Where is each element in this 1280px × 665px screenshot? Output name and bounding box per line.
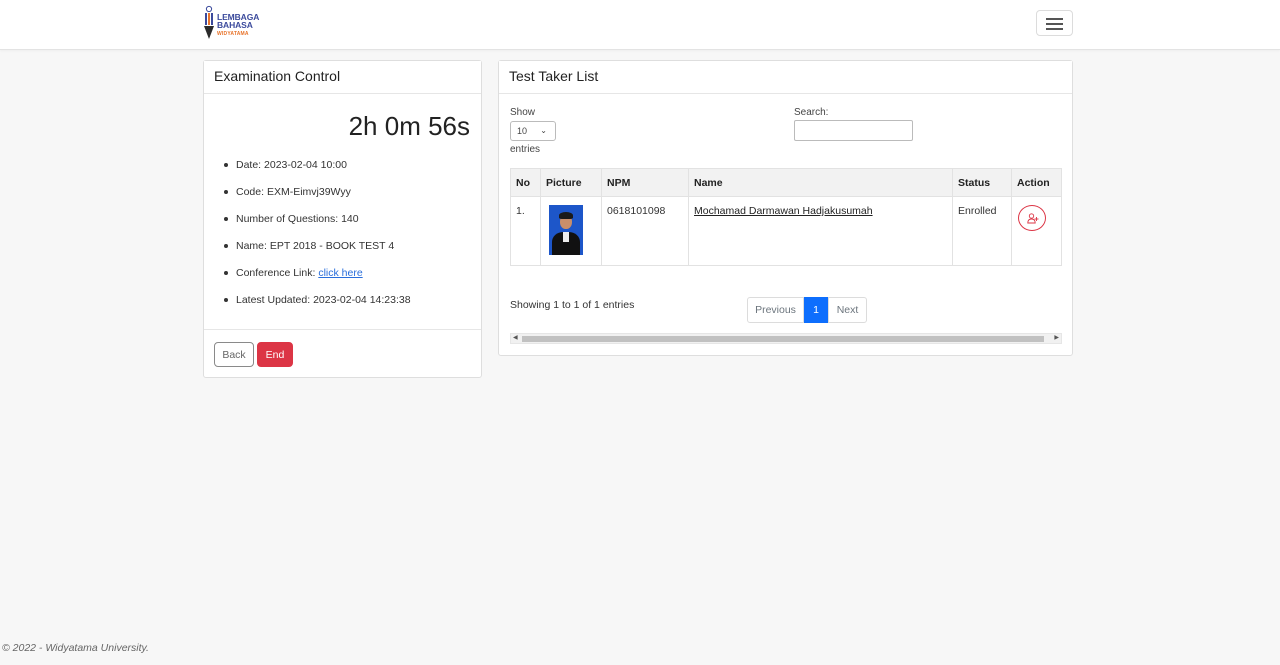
scroll-left-icon[interactable]: ◀	[513, 334, 518, 341]
horizontal-scrollbar[interactable]: ◀ ▶	[510, 333, 1062, 344]
hamburger-icon	[1046, 18, 1063, 20]
countdown-timer: 2h 0m 56s	[348, 111, 470, 141]
latest-updated-item: Latest Updated: 2023-02-04 14:23:38	[224, 294, 411, 321]
action-cell	[1011, 196, 1062, 266]
entries-label: entries	[510, 144, 541, 155]
exam-question-count-item: Number of Questions: 140	[224, 213, 411, 240]
page-1-button[interactable]: 1	[804, 297, 828, 323]
picture-cell	[540, 196, 602, 266]
test-taker-list-title: Test Taker List	[499, 61, 1072, 94]
brand-line2: BAHASA	[217, 20, 253, 30]
back-button[interactable]: Back	[214, 342, 254, 367]
exam-code-item: Code: EXM-Eimvj39Wyy	[224, 186, 411, 213]
table-header-row: No Picture NPM Name Status Action	[510, 168, 1062, 197]
column-header-name[interactable]: Name	[688, 168, 953, 197]
brand-line3: WIDYATAMA	[217, 31, 249, 37]
npm-cell: 0618101098	[601, 196, 689, 266]
end-exam-button[interactable]: End	[257, 342, 293, 367]
column-header-action[interactable]: Action	[1011, 168, 1062, 197]
search-input[interactable]	[794, 120, 913, 141]
conference-link[interactable]: click here	[318, 267, 362, 279]
test-taker-list-card: Test Taker List Show 10 ⌄ entries Search…	[498, 60, 1073, 356]
next-page-button[interactable]: Next	[828, 297, 867, 323]
table-info-text: Showing 1 to 1 of 1 entries	[510, 299, 635, 311]
row-number: 1.	[510, 196, 541, 266]
top-navbar: LEMBAGA BAHASA WIDYATAMA	[0, 0, 1280, 50]
examination-control-footer: Back End	[204, 329, 481, 377]
test-taker-table: No Picture NPM Name Status Action 1. 061…	[510, 168, 1062, 266]
page-length-select[interactable]: 10 ⌄	[510, 121, 556, 141]
status-cell: Enrolled	[952, 196, 1012, 266]
test-taker-photo	[549, 205, 583, 255]
table-row: 1. 0618101098 Mochamad Darmawan Hadjakus…	[510, 196, 1062, 266]
column-header-picture[interactable]: Picture	[540, 168, 602, 197]
chevron-down-icon: ⌄	[540, 126, 547, 135]
scroll-right-icon[interactable]: ▶	[1054, 334, 1059, 341]
column-header-npm[interactable]: NPM	[601, 168, 689, 197]
logo-torch-icon	[204, 5, 214, 39]
test-taker-name-link[interactable]: Mochamad Darmawan Hadjakusumah	[694, 205, 873, 217]
scrollbar-thumb[interactable]	[522, 336, 1044, 342]
examination-control-card: Examination Control 2h 0m 56s Date: 2023…	[203, 60, 482, 378]
exam-details-list: Date: 2023-02-04 10:00 Code: EXM-Eimvj39…	[224, 159, 411, 321]
column-header-status[interactable]: Status	[952, 168, 1012, 197]
navbar-toggle-button[interactable]	[1036, 10, 1073, 36]
brand-logo[interactable]: LEMBAGA BAHASA WIDYATAMA	[203, 5, 263, 41]
previous-page-button[interactable]: Previous	[747, 297, 804, 323]
pagination: Previous 1 Next	[747, 297, 867, 323]
page-footer: © 2022 - Widyatama University.	[2, 642, 149, 654]
column-header-no[interactable]: No	[510, 168, 541, 197]
enroll-action-button[interactable]	[1018, 205, 1046, 231]
search-label: Search:	[794, 107, 829, 118]
conference-link-item: Conference Link: click here	[224, 267, 411, 294]
show-label: Show	[510, 107, 536, 118]
exam-date-item: Date: 2023-02-04 10:00	[224, 159, 411, 186]
name-cell: Mochamad Darmawan Hadjakusumah	[688, 196, 953, 266]
examination-control-title: Examination Control	[204, 61, 481, 94]
user-plus-icon	[1027, 213, 1039, 224]
exam-name-item: Name: EPT 2018 - BOOK TEST 4	[224, 240, 411, 267]
